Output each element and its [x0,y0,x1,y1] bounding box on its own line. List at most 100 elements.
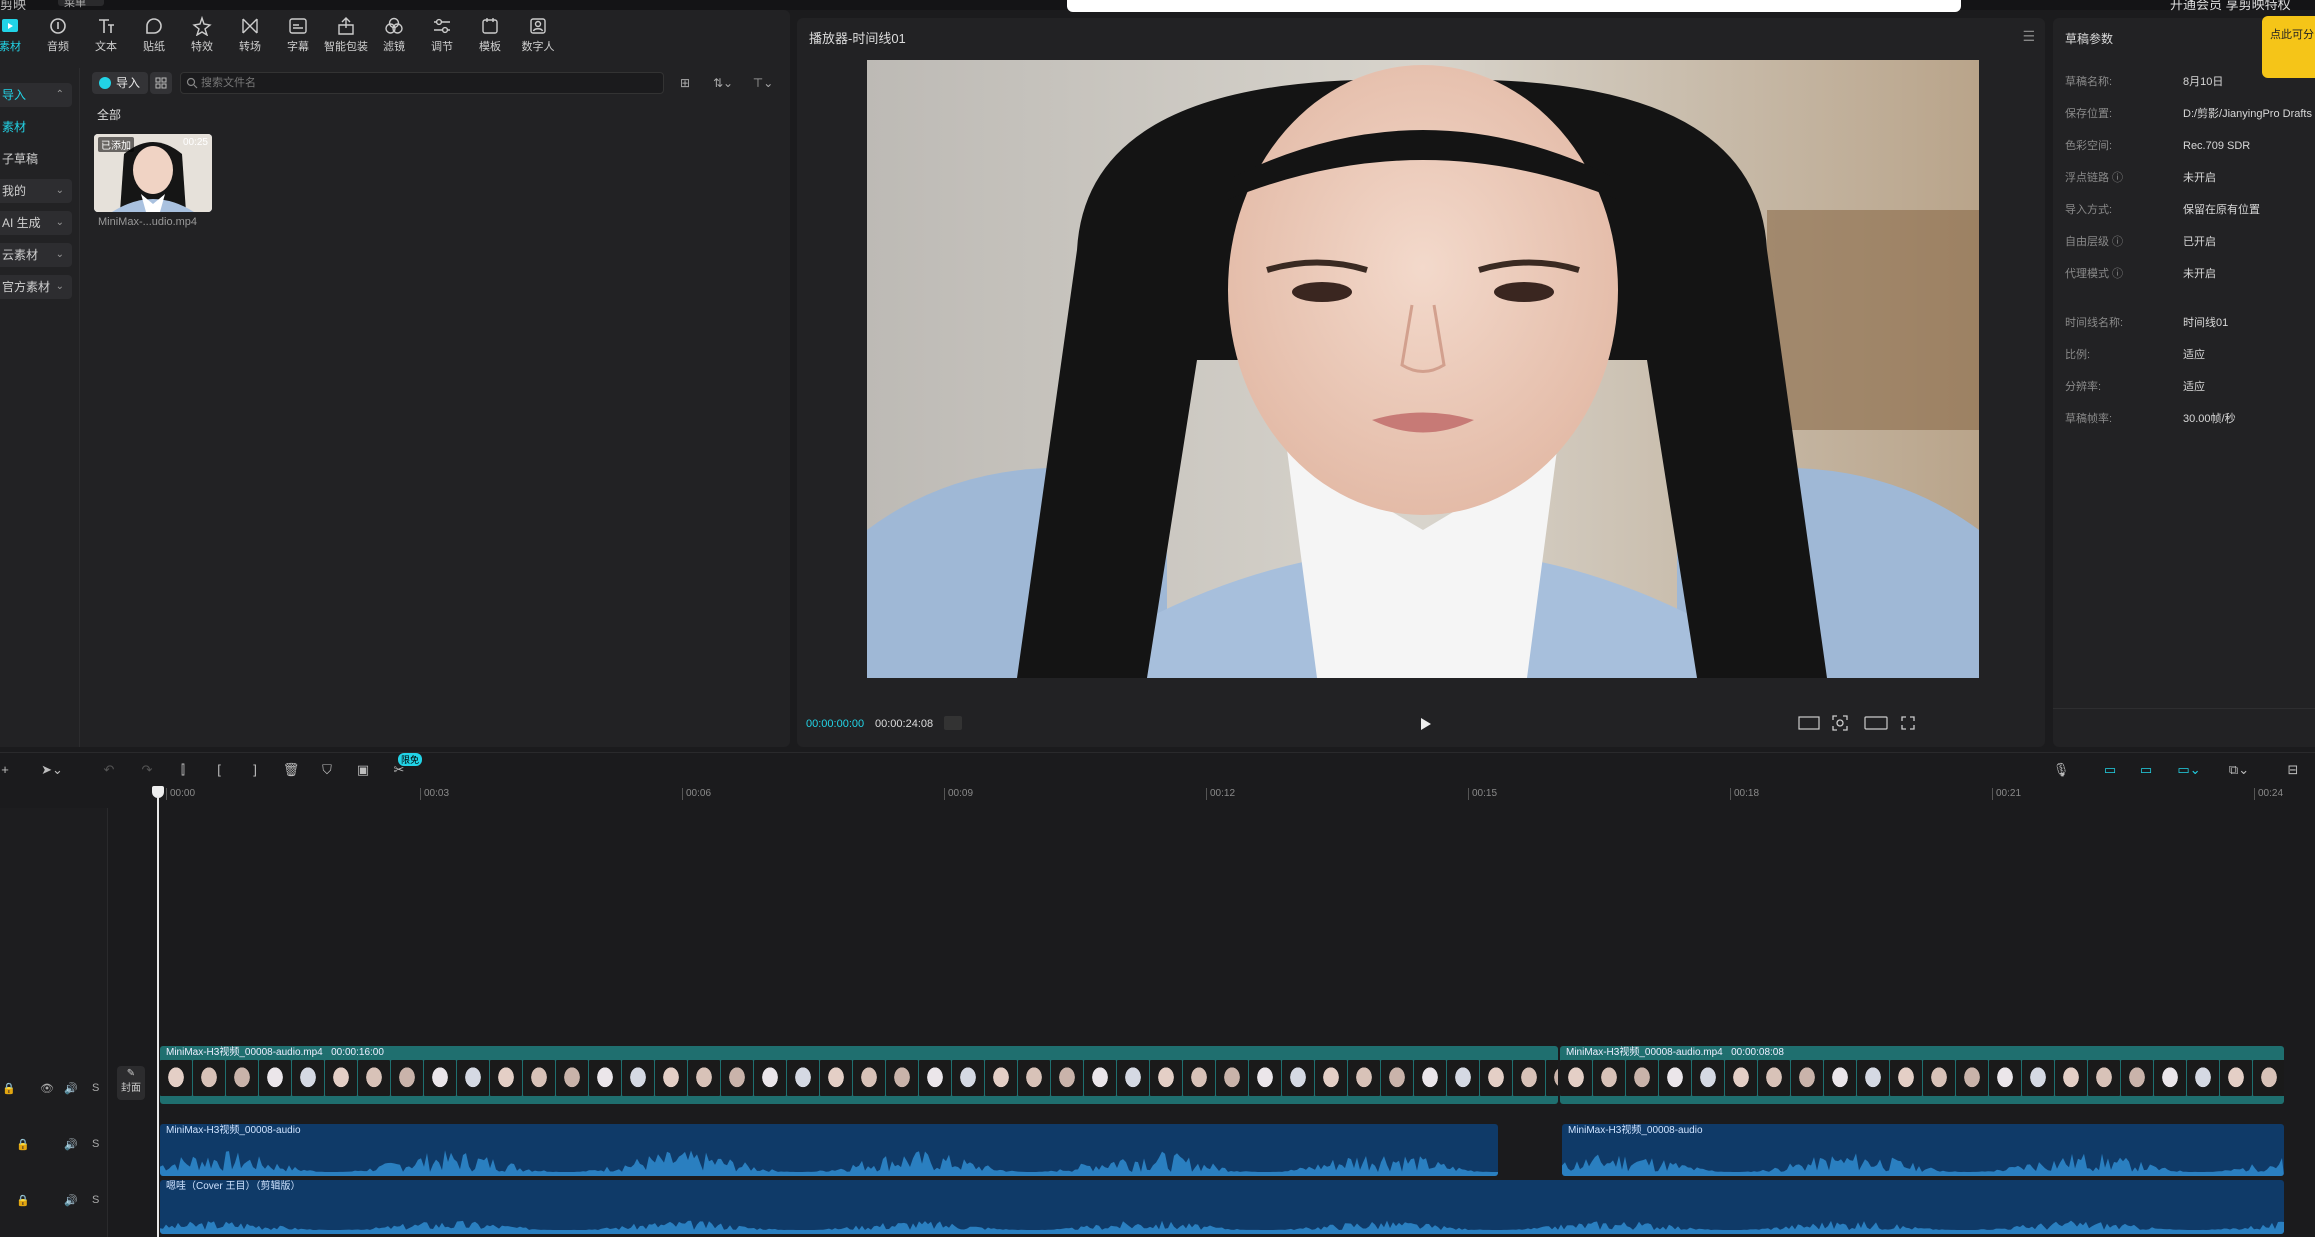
param-key: 代理模式 ⓘ [2065,268,2124,280]
music-clip[interactable]: 嗯哇（Cover 王目）（剪辑版） [160,1180,2284,1234]
speaker-icon[interactable]: 🔊 [64,1194,78,1207]
select-tool-button[interactable]: ➤⌄ [32,761,72,779]
media-thumbnail[interactable]: 已添加 00:25 [94,134,212,212]
filter-button[interactable]: ⊤⌄ [748,72,778,94]
fullscreen-icon [1901,716,1915,730]
audio-clip[interactable]: MiniMax-H3视频_00008-audio [1562,1124,2284,1176]
param-row: 比例: 适应 [2065,345,2315,365]
param-row: 保存位置: D:/剪影/JianyingPro Drafts [2065,104,2315,124]
speaker-icon[interactable]: 🔊 [64,1138,78,1151]
play-icon [1421,718,1431,730]
play-button[interactable] [1415,714,1435,734]
filmstrip [1560,1060,2284,1096]
microphone-icon[interactable]: 🎙 [2052,761,2070,779]
sidebar-item-ai-generate[interactable]: AI 生成 ⌄ [0,211,72,235]
solo-icon[interactable]: S [92,1138,99,1150]
speaker-icon[interactable]: 🔊 [64,1082,78,1095]
video-clip[interactable]: MiniMax-H3视频_00008-audio.mp4 00:00:08:08 [1560,1046,2284,1104]
split-right-icon[interactable]: ] [246,761,264,779]
view-mode-button[interactable]: ⊞ [674,72,696,94]
eye-icon[interactable]: 👁 [40,1082,54,1095]
sidebar-item-material[interactable]: 素材 [0,115,72,139]
aspect-ratio-button[interactable] [1863,714,1889,732]
toolbar-adjust[interactable]: 调节 [418,16,466,58]
chevron-down-icon: ⌄ [55,249,64,260]
audio-track-controls: 🔒 🔊 S [0,1190,105,1214]
film-frame [1480,1060,1512,1096]
film-frame [1183,1060,1215,1096]
sidebar-item-sub-draft[interactable]: 子草稿 [0,147,72,171]
toolbar-audio[interactable]: 音频 [34,16,82,58]
shield-icon[interactable]: ⛉ [318,761,336,779]
undo-icon[interactable]: ↶ [100,761,118,779]
film-frame [1315,1060,1347,1096]
preview-axis-icon[interactable]: ⧉⌄ [2220,761,2258,779]
playhead[interactable] [157,796,159,1237]
cover-button[interactable]: ✎ 封面 [117,1066,145,1100]
crop-icon[interactable]: ▣ [354,761,372,779]
sort-button[interactable]: ⇅⌄ [708,72,738,94]
lock-icon[interactable]: 🔒 [16,1194,30,1207]
free-badge: 限免 [398,753,423,766]
split-left-icon[interactable]: [ [210,761,228,779]
menu-button[interactable]: 菜单 [58,0,104,9]
tip-button[interactable]: 点此可分 [2262,16,2315,78]
film-frame [787,1060,819,1096]
film-frame [2187,1060,2219,1096]
solo-icon[interactable]: S [92,1194,99,1206]
track-headers: 🔒 👁 🔊 S 🔒 🔊 S 🔒 🔊 S [0,808,108,1237]
auto-snap-icon[interactable]: ▭ [2134,761,2158,779]
fullscreen-button[interactable] [1899,714,1917,732]
search-input[interactable]: 搜索文件名 [180,72,664,94]
video-preview[interactable] [867,60,1979,678]
sidebar-item-cloud[interactable]: 云素材 ⌄ [0,243,72,267]
param-key: 草稿名称: [2065,76,2113,88]
toolbar-text[interactable]: 文本 [82,16,130,58]
toolbar-template[interactable]: 模板 [466,16,514,58]
zoom-fit-icon[interactable]: ⊟ [2284,761,2302,779]
screenshot-button[interactable] [1831,714,1849,732]
film-frame [358,1060,390,1096]
vip-link[interactable]: 开通会员 享剪映特权 [2170,0,2291,13]
import-button[interactable]: 导入 [92,72,148,94]
film-frame [2220,1060,2252,1096]
lock-icon[interactable]: 🔒 [16,1138,30,1151]
media-sidebar: 导入 ⌃ 素材 子草稿 我的 ⌄ AI 生成 ⌄ 云素材 ⌄ 官方素材 ⌄ [0,68,80,747]
video-clip[interactable]: MiniMax-H3视频_00008-audio.mp4 00:00:16:00 [160,1046,1558,1104]
video-frame-image [867,60,1979,678]
toolbar-sticker[interactable]: 贴纸 [130,16,178,58]
menu-icon[interactable]: ☰ [2022,28,2035,45]
ratio-button[interactable] [1797,714,1821,732]
param-row: 自由层级 ⓘ 已开启 [2065,232,2315,252]
main-track-magnet-icon[interactable]: ▭ [2098,761,2122,779]
film-frame [226,1060,258,1096]
import-folder-button[interactable] [150,72,172,94]
toolbar-digital-human[interactable]: 数字人 [514,16,562,58]
sort-icon: ⇅⌄ [712,76,734,90]
added-badge: 已添加 [98,137,134,152]
lock-icon[interactable]: 🔒 [2,1082,16,1095]
audio-waveform [160,1220,2284,1234]
link-icon[interactable]: ▭⌄ [2170,761,2208,779]
toolbar-subtitle[interactable]: 字幕 [274,16,322,58]
timeline-ruler[interactable]: 00:00 00:03 00:06 00:09 00:12 00:15 00:1… [158,786,2315,808]
delete-icon[interactable]: 🗑 [282,761,300,779]
toolbar-filter[interactable]: 滤镜 [370,16,418,58]
redo-icon[interactable]: ↷ [138,761,156,779]
toolbar-smart-package[interactable]: 智能包装 [322,16,370,58]
param-value: Rec.709 SDR [2183,140,2251,152]
film-frame [391,1060,423,1096]
main-toolbar: 素材 音频 文本 贴纸 特效 转场 字幕 智能包装 滤镜 调节 模板 数字人 [0,10,790,60]
toolbar-media[interactable]: 素材 [0,16,34,58]
timecode-toggle[interactable] [944,716,962,730]
toolbar-effects[interactable]: 特效 [178,16,226,58]
toolbar-transition[interactable]: 转场 [226,16,274,58]
split-icon[interactable]: ⫿ [174,761,192,779]
audio-clip[interactable]: MiniMax-H3视频_00008-audio [160,1124,1498,1176]
sidebar-item-official[interactable]: 官方素材 ⌄ [0,275,72,299]
ruler-tick: 00:12 [1206,788,1235,800]
solo-icon[interactable]: S [92,1082,99,1094]
add-track-icon[interactable]: + [0,761,14,779]
sidebar-item-import[interactable]: 导入 ⌃ [0,83,72,107]
sidebar-item-mine[interactable]: 我的 ⌄ [0,179,72,203]
